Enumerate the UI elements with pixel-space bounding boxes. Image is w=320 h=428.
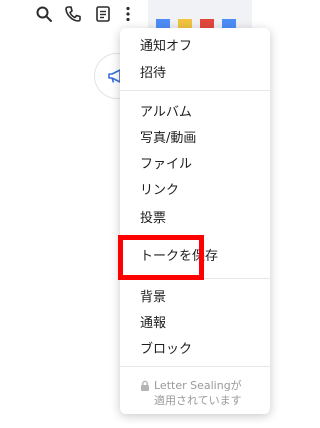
call-icon[interactable] <box>64 5 82 23</box>
menu-item-report[interactable]: 通報 <box>140 316 166 332</box>
overflow-menu: 通知オフ 招待 アルバム 写真/動画 ファイル リンク 投票 トークを保存 背景… <box>120 28 270 414</box>
letter-sealing-line2: 適用されています <box>154 394 242 407</box>
highlight-box <box>118 235 204 280</box>
menu-item-links[interactable]: リンク <box>140 183 179 199</box>
menu-item-block[interactable]: ブロック <box>140 342 192 358</box>
menu-item-notifications-off[interactable]: 通知オフ <box>140 39 192 55</box>
menu-divider <box>120 366 270 367</box>
menu-item-background[interactable]: 背景 <box>140 290 166 306</box>
menu-item-album[interactable]: アルバム <box>140 105 192 121</box>
letter-sealing-note: Letter Sealingが 適用されています <box>140 378 258 408</box>
letter-sealing-line1: Letter Sealingが <box>154 379 242 392</box>
search-icon[interactable] <box>35 5 53 23</box>
menu-item-photos-videos[interactable]: 写真/動画 <box>140 131 196 147</box>
more-vertical-icon[interactable] <box>119 5 137 23</box>
background-panel <box>148 0 252 31</box>
menu-item-files[interactable]: ファイル <box>140 157 192 173</box>
menu-item-invite[interactable]: 招待 <box>140 66 166 82</box>
menu-divider <box>120 90 270 91</box>
notes-icon[interactable] <box>94 5 112 23</box>
menu-item-polls[interactable]: 投票 <box>140 211 166 227</box>
lock-icon <box>141 380 149 391</box>
